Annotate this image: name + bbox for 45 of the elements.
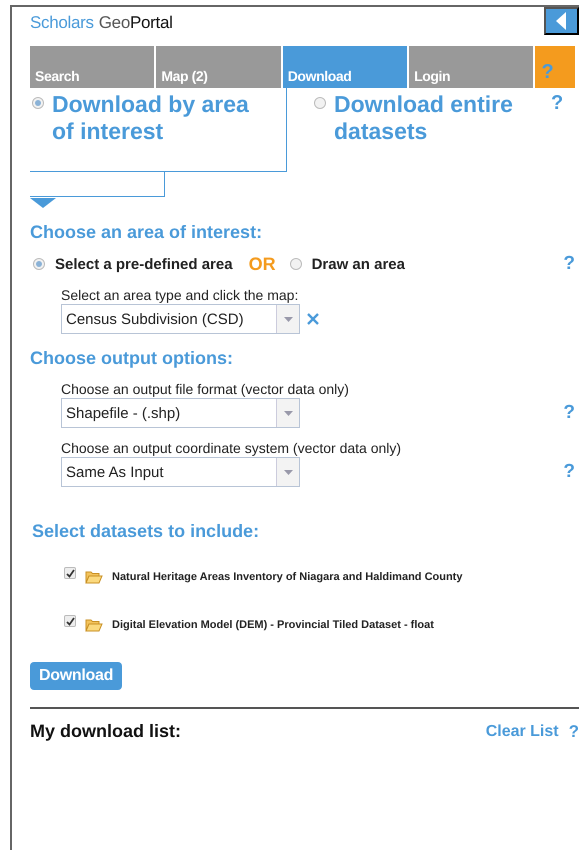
mode-label[interactable]: Download by area of interest	[52, 91, 262, 145]
tab[interactable]: Download	[282, 46, 408, 88]
radio-button[interactable]	[290, 258, 302, 270]
check-icon	[66, 616, 74, 626]
clear-list-link[interactable]: Clear List	[486, 722, 559, 740]
help-link[interactable]: ?	[551, 92, 564, 172]
field-label: Choose an output coordinate system (vector data only)	[61, 440, 402, 456]
or-label: OR	[248, 254, 276, 274]
dropdown[interactable]: Shapefile - (.shp)	[61, 398, 300, 428]
checkbox[interactable]	[64, 615, 76, 627]
option-label[interactable]: Draw an area	[312, 256, 405, 272]
dataset-name: Natural Heritage Areas Inventory of Niagara and Haldimand County	[112, 571, 462, 583]
logo: Scholars GeoPortal	[30, 13, 173, 33]
tab[interactable]: Search	[30, 46, 154, 88]
caret-icon	[284, 316, 292, 322]
field-label: Choose an output file format (vector data only)	[61, 381, 350, 397]
triangle-left-icon	[556, 12, 567, 30]
section-heading: Choose an area of interest:	[30, 222, 264, 243]
folder-icon	[85, 618, 103, 632]
help-link[interactable]: ?	[563, 461, 575, 483]
collapse-button[interactable]	[544, 7, 579, 35]
dropdown[interactable]: Same As Input	[61, 457, 300, 487]
dropdown[interactable]: Census Subdivision (CSD)	[61, 304, 300, 334]
tab[interactable]: Login	[409, 46, 534, 88]
caret-icon	[284, 470, 292, 474]
section-heading: Select datasets to include:	[32, 521, 260, 542]
pointer-icon	[30, 198, 56, 208]
help-link[interactable]: ?	[563, 253, 575, 275]
section-heading: Choose output options:	[30, 348, 234, 369]
check-icon	[66, 568, 74, 578]
help-link[interactable]: ?	[563, 402, 575, 424]
help-link[interactable]: ?	[568, 722, 579, 742]
dataset-name: Digital Elevation Model (DEM) - Provincial Tiled Dataset - float	[112, 619, 434, 631]
option-label[interactable]: Select a pre-defined area	[55, 256, 233, 272]
radio-button[interactable]	[32, 97, 44, 109]
list-title: My download list:	[30, 721, 181, 742]
field-label: Select an area type and click the map:	[61, 287, 300, 303]
folder-icon	[85, 570, 103, 584]
radio-button[interactable]	[33, 258, 45, 270]
tab[interactable]: Map (2)	[156, 46, 281, 88]
checkbox[interactable]	[64, 567, 76, 579]
radio-button[interactable]	[314, 97, 326, 109]
download-button[interactable]: Download	[30, 662, 122, 690]
mode-label[interactable]: Download entire datasets	[334, 91, 537, 145]
caret-icon	[284, 410, 292, 416]
